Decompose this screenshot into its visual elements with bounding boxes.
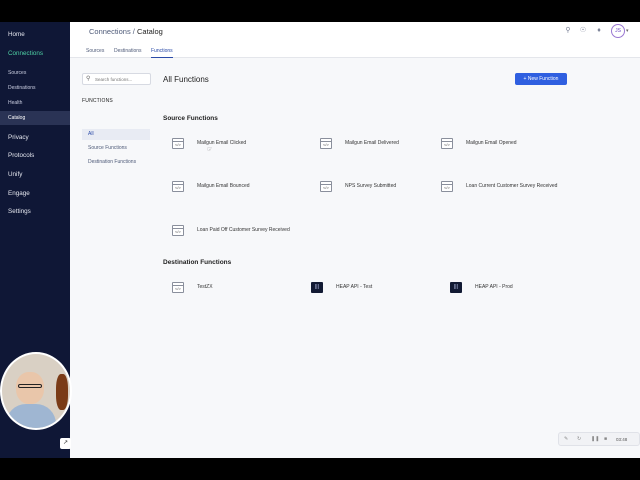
recorder-toolbar: ✎ ↻ ❚❚ ■ 03:48 [558, 432, 640, 446]
expand-icon[interactable]: ↗ [60, 438, 71, 449]
filter-all[interactable]: All [82, 129, 150, 140]
search-input[interactable] [95, 75, 149, 84]
function-name: TestZX [197, 284, 213, 290]
filter-destination-functions[interactable]: Destination Functions [82, 157, 150, 168]
function-name: Loan Current Customer Survey Received [466, 183, 558, 189]
heap-logo-icon: ||| [311, 282, 323, 293]
page-title: All Functions [163, 75, 209, 84]
search-icon: ⚲ [86, 76, 91, 82]
sidebar-item-privacy[interactable]: Privacy [0, 131, 70, 145]
tab-destinations[interactable]: Destinations [114, 48, 142, 54]
sidebar-item-sources[interactable]: Sources [0, 66, 70, 80]
filters-heading: FUNCTIONS [82, 98, 113, 104]
sidebar-item-settings[interactable]: Settings [0, 205, 70, 219]
function-name: HEAP API - Test [336, 284, 373, 290]
tab-bar: Sources Destinations Functions [70, 46, 640, 58]
violin-icon [56, 374, 68, 410]
bell-icon[interactable]: ♦ [595, 27, 603, 35]
function-name: HEAP API - Prod [475, 284, 513, 290]
heap-logo-icon: ||| [450, 282, 462, 293]
code-file-icon: </> [172, 138, 184, 149]
source-functions-heading: Source Functions [163, 115, 218, 122]
breadcrumb-parent[interactable]: Connections [89, 27, 131, 36]
sidebar-item-destinations[interactable]: Destinations [0, 81, 70, 95]
chevron-down-icon[interactable]: ▾ [626, 28, 629, 34]
destination-functions-heading: Destination Functions [163, 259, 232, 266]
person-head [16, 372, 44, 404]
code-file-icon: </> [172, 282, 184, 293]
sidebar-item-unify[interactable]: Unify [0, 168, 70, 182]
function-name: Loan Paid Off Customer Survey Received [197, 227, 290, 233]
restart-icon[interactable]: ↻ [577, 436, 581, 442]
pencil-icon[interactable]: ✎ [564, 436, 568, 442]
avatar[interactable]: JS [611, 24, 625, 38]
sidebar-item-engage[interactable]: Engage [0, 187, 70, 201]
function-name: Mailgun Email Delivered [345, 140, 399, 146]
function-name: Mailgun Email Clicked [197, 140, 247, 146]
new-function-button[interactable]: + New Function [515, 73, 567, 85]
breadcrumb: Connections / Catalog [89, 27, 163, 36]
app-window: Home Connections Sources Destinations He… [0, 22, 640, 458]
breadcrumb-separator: / [132, 27, 135, 36]
function-name: Mailgun Email Opened [466, 140, 517, 146]
pause-icon[interactable]: ❚❚ [591, 436, 599, 442]
globe-icon[interactable]: ☉ [579, 27, 587, 35]
tab-functions[interactable]: Functions [151, 48, 173, 58]
code-file-icon: </> [441, 138, 453, 149]
mouse-cursor-icon: ☞ [207, 147, 213, 153]
sidebar-item-home[interactable]: Home [0, 28, 70, 42]
sidebar-item-connections[interactable]: Connections [0, 47, 70, 61]
breadcrumb-current: Catalog [136, 27, 163, 36]
function-name: NPS Survey Submitted [345, 183, 397, 189]
tab-sources[interactable]: Sources [86, 48, 104, 54]
webcam-overlay [0, 352, 72, 430]
main-content: ⚲ FUNCTIONS All Source Functions Destina… [70, 58, 640, 458]
code-file-icon: </> [172, 225, 184, 236]
sidebar-item-health[interactable]: Health [0, 96, 70, 110]
person-body [6, 404, 56, 428]
stop-icon[interactable]: ■ [604, 436, 607, 442]
filter-source-functions[interactable]: Source Functions [82, 143, 150, 154]
function-name: Mailgun Email Bounced [197, 183, 250, 189]
code-file-icon: </> [172, 181, 184, 192]
sidebar-item-protocols[interactable]: Protocols [0, 149, 70, 163]
code-file-icon: </> [320, 181, 332, 192]
code-file-icon: </> [320, 138, 332, 149]
search-icon[interactable]: ⚲ [564, 27, 572, 35]
recording-time: 03:48 [616, 437, 628, 442]
code-file-icon: </> [441, 181, 453, 192]
sidebar-item-catalog[interactable]: Catalog [0, 111, 70, 125]
search-box: ⚲ [82, 73, 151, 85]
glasses-icon [18, 384, 42, 388]
